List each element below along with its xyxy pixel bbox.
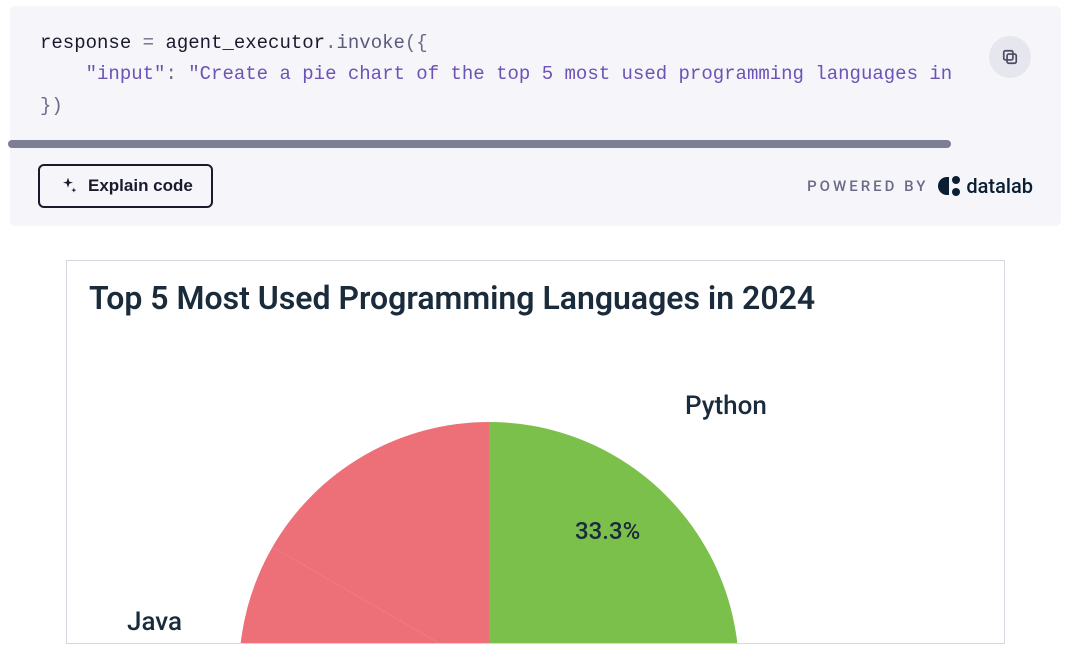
chart-container: Top 5 Most Used Programming Languages in… <box>66 260 1005 644</box>
powered-by: POWERED BY datalab <box>807 174 1033 198</box>
scrollbar-thumb[interactable] <box>8 140 951 148</box>
copy-icon <box>1000 47 1020 67</box>
explain-label: Explain code <box>88 176 193 196</box>
chart-title: Top 5 Most Used Programming Languages in… <box>89 279 984 317</box>
pie-svg <box>87 317 987 644</box>
code-area: response = agent_executor.invoke({ "inpu… <box>10 6 1061 134</box>
code-block: response = agent_executor.invoke({ "inpu… <box>10 6 1061 226</box>
code-footer: Explain code POWERED BY datalab <box>10 148 1061 226</box>
pie-label-java: Java <box>127 607 182 637</box>
code-content: response = agent_executor.invoke({ "inpu… <box>40 28 1031 122</box>
powered-by-label: POWERED BY <box>807 177 928 195</box>
pie-chart: Python Java 33.3% <box>87 317 984 644</box>
sparkle-icon <box>58 176 78 196</box>
datalab-word: datalab <box>966 174 1033 198</box>
explain-code-button[interactable]: Explain code <box>38 164 213 208</box>
datalab-mark-icon <box>938 175 960 197</box>
datalab-logo: datalab <box>938 174 1033 198</box>
pie-pct-python: 33.3% <box>575 517 640 545</box>
copy-button[interactable] <box>989 36 1031 78</box>
pie-label-python: Python <box>685 391 767 421</box>
horizontal-scrollbar[interactable] <box>8 140 1049 148</box>
